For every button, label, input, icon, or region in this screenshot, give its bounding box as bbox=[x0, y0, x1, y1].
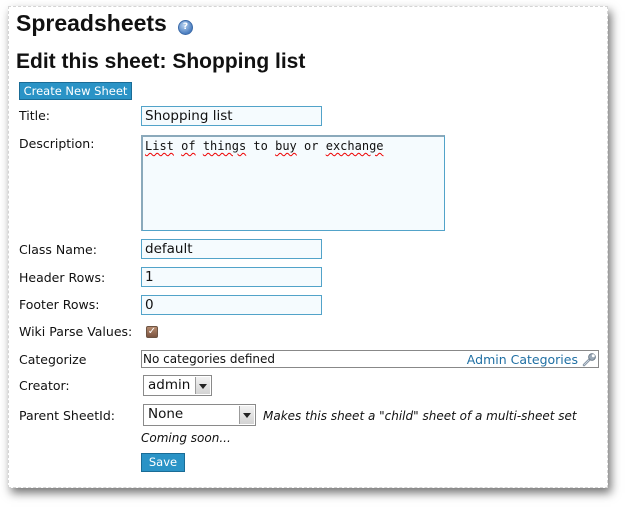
header-rows-input[interactable]: 1 bbox=[141, 267, 322, 287]
title-input[interactable]: Shopping list bbox=[141, 106, 322, 126]
description-word: to bbox=[253, 139, 268, 153]
title-label: Title: bbox=[19, 108, 50, 123]
parent-hint-text: Makes this sheet a "child" sheet of a mu… bbox=[263, 409, 577, 423]
description-word: things bbox=[202, 139, 247, 153]
description-label: Description: bbox=[19, 136, 95, 151]
class-name-input[interactable]: default bbox=[141, 239, 322, 259]
description-word: exchange bbox=[325, 139, 384, 153]
parent-sheetid-label: Parent SheetId: bbox=[19, 408, 115, 423]
wiki-parse-label: Wiki Parse Values: bbox=[19, 324, 133, 339]
creator-label: Creator: bbox=[19, 378, 70, 393]
parent-sheetid-select[interactable]: None bbox=[143, 404, 256, 426]
footer-rows-input[interactable]: 0 bbox=[141, 295, 322, 315]
class-name-label: Class Name: bbox=[19, 242, 97, 257]
create-new-sheet-button[interactable]: Create New Sheet bbox=[19, 82, 132, 100]
description-word: or bbox=[304, 139, 319, 153]
parent-selected-value: None bbox=[148, 406, 184, 422]
header-rows-label: Header Rows: bbox=[19, 270, 106, 285]
categorize-label: Categorize bbox=[19, 352, 87, 367]
categories-empty-text: No categories defined bbox=[143, 352, 276, 366]
description-word: List bbox=[145, 139, 174, 153]
help-question-icon[interactable]: ? bbox=[178, 20, 193, 35]
description-word: of bbox=[181, 139, 196, 153]
chevron-down-icon bbox=[195, 377, 210, 394]
page-title: Spreadsheets bbox=[16, 10, 167, 36]
categorize-box: No categories defined Admin Categories bbox=[141, 350, 599, 368]
save-button[interactable]: Save bbox=[141, 453, 185, 472]
creator-select[interactable]: admin bbox=[143, 375, 212, 396]
creator-selected-value: admin bbox=[148, 377, 191, 393]
chevron-down-icon bbox=[239, 406, 254, 424]
page-subtitle: Edit this sheet: Shopping list bbox=[16, 50, 306, 73]
coming-soon-text: Coming soon... bbox=[141, 431, 231, 445]
admin-categories-link[interactable]: Admin Categories bbox=[467, 352, 578, 367]
description-word: buy bbox=[275, 139, 297, 153]
description-textarea[interactable]: List of things to buy or exchange bbox=[141, 135, 445, 231]
wiki-parse-checkbox[interactable]: ✓ bbox=[146, 326, 158, 338]
footer-rows-label: Footer Rows: bbox=[19, 297, 100, 312]
wrench-icon[interactable] bbox=[581, 352, 597, 368]
